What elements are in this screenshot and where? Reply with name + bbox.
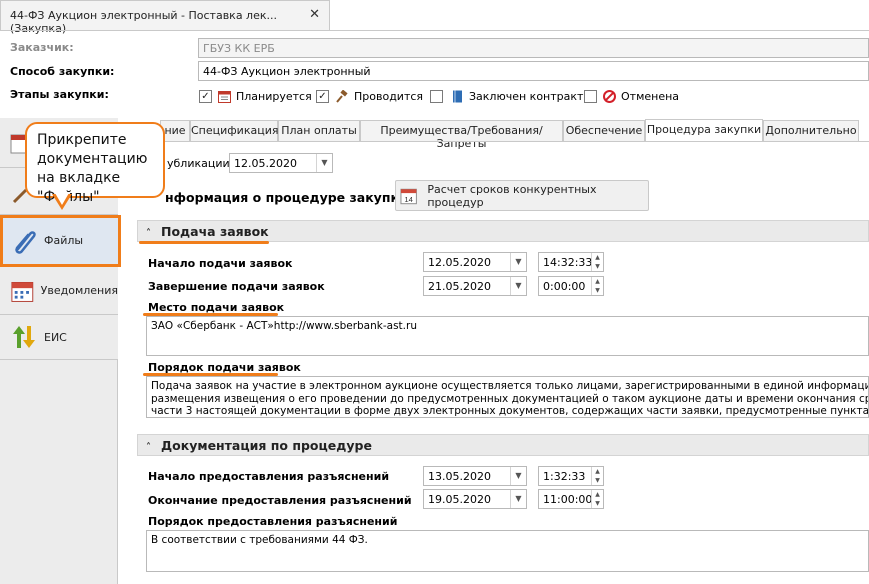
apps-start-date-field[interactable]: 12.05.2020 ▼ bbox=[423, 252, 527, 272]
section-title: нформация о процедуре закупки bbox=[165, 190, 408, 205]
chevron-down-icon[interactable]: ▼ bbox=[510, 253, 526, 271]
apps-order-line: части 3 настоящей документации в форме д… bbox=[151, 405, 869, 417]
tab-specification[interactable]: Спецификация bbox=[190, 120, 278, 141]
documentation-group-title: Документация по процедуре bbox=[161, 438, 372, 453]
tab-requirements[interactable]: Преимущества/Требования/Запреты bbox=[360, 120, 563, 150]
applications-group-header[interactable]: ˄ Подача заявок bbox=[137, 220, 869, 242]
apps-end-date-field[interactable]: 21.05.2020 ▼ bbox=[423, 276, 527, 296]
docs-end-date-value: 19.05.2020 bbox=[428, 493, 491, 506]
apps-order-line: Подача заявок на участие в электронном а… bbox=[151, 380, 869, 392]
stage-cancelled-label: Отменена bbox=[621, 90, 680, 103]
apps-order-textbox[interactable]: Подача заявок на участие в электронном а… bbox=[146, 376, 869, 418]
tab-procurement-procedure[interactable]: Процедура закупки bbox=[645, 119, 763, 141]
calendar-icon bbox=[218, 91, 231, 103]
method-label: Способ закупки: bbox=[10, 65, 115, 78]
docs-start-time-field[interactable]: 1:32:33 ▲ ▼ bbox=[538, 466, 604, 486]
apps-start-label: Начало подачи заявок bbox=[148, 257, 293, 270]
chevron-down-icon[interactable]: ▼ bbox=[510, 277, 526, 295]
tab-payment-plan[interactable]: План оплаты bbox=[278, 120, 360, 141]
apps-end-time-value: 0:00:00 bbox=[543, 280, 586, 293]
nav-item-notifications[interactable]: Уведомления bbox=[0, 267, 118, 315]
subtab-divider bbox=[118, 141, 869, 142]
docs-order-textbox[interactable]: В соответствии с требованиями 44 ФЗ. bbox=[146, 530, 869, 572]
contract-book-icon bbox=[453, 90, 462, 103]
calc-deadlines-button[interactable]: 14 Расчет сроков конкурентных процедур bbox=[395, 180, 649, 211]
close-tab-icon[interactable]: ✕ bbox=[309, 7, 320, 22]
apps-start-date-value: 12.05.2020 bbox=[428, 256, 491, 269]
docs-end-label: Окончание предоставления разъяснений bbox=[148, 494, 412, 507]
nav-item-label: Уведомления bbox=[40, 284, 118, 297]
docs-end-time-value: 11:00:00 bbox=[543, 493, 593, 506]
stages-label: Этапы закупки: bbox=[10, 88, 109, 101]
up-down-arrows-icon bbox=[13, 326, 35, 348]
documentation-group-header[interactable]: ˄ Документация по процедуре bbox=[137, 434, 869, 456]
apps-start-time-value: 14:32:33 bbox=[543, 256, 593, 269]
applications-group-title: Подача заявок bbox=[161, 224, 269, 239]
gavel-icon bbox=[336, 90, 348, 103]
stage-ongoing-label: Проводится bbox=[354, 90, 424, 103]
publication-label: убликации: bbox=[167, 157, 234, 170]
docs-start-date-value: 13.05.2020 bbox=[428, 470, 491, 483]
document-tab[interactable]: 44-ФЗ Аукцион электронный - Поставка лек… bbox=[0, 0, 330, 35]
stage-planned-label: Планируется bbox=[236, 90, 312, 103]
files-highlight-frame bbox=[0, 215, 121, 267]
calendar-icon bbox=[11, 281, 34, 302]
hint-callout: Прикрепите документацию на вкладке "Файл… bbox=[25, 122, 165, 205]
highlight-underline bbox=[139, 241, 269, 244]
docs-end-time-field[interactable]: 11:00:00 ▲ ▼ bbox=[538, 489, 604, 509]
docs-start-date-field[interactable]: 13.05.2020 ▼ bbox=[423, 466, 527, 486]
calendar-14-text: 14 bbox=[404, 194, 413, 203]
apps-order-line: размещения извещения о его проведении до… bbox=[151, 392, 869, 405]
stage-planned-checkbox[interactable]: ✓ bbox=[199, 90, 212, 103]
apps-start-time-field[interactable]: 14:32:33 ▲ ▼ bbox=[538, 252, 604, 272]
docs-start-label: Начало предоставления разъяснений bbox=[148, 470, 390, 483]
time-spinner-icon[interactable]: ▲ ▼ bbox=[591, 277, 603, 295]
docs-order-label: Порядок предоставления разъяснений bbox=[148, 515, 398, 528]
cancel-icon bbox=[603, 90, 616, 103]
method-field[interactable]: 44-ФЗ Аукцион электронный bbox=[198, 61, 869, 81]
tab-security[interactable]: Обеспечение bbox=[563, 120, 645, 141]
time-spinner-icon[interactable]: ▲ ▼ bbox=[591, 253, 603, 271]
publication-date-value: 12.05.2020 bbox=[234, 157, 297, 170]
customer-label: Заказчик: bbox=[10, 41, 74, 54]
docs-end-date-field[interactable]: 19.05.2020 ▼ bbox=[423, 489, 527, 509]
customer-field: ГБУЗ КК ЕРБ bbox=[198, 38, 869, 58]
chevron-down-icon[interactable]: ▼ bbox=[316, 154, 332, 172]
apps-end-date-value: 21.05.2020 bbox=[428, 280, 491, 293]
apps-end-time-field[interactable]: 0:00:00 ▲ ▼ bbox=[538, 276, 604, 296]
chevron-down-icon[interactable]: ▼ bbox=[510, 467, 526, 485]
stage-ongoing-checkbox[interactable]: ✓ bbox=[316, 90, 329, 103]
calendar-14-icon: 14 bbox=[400, 188, 417, 204]
nav-item-eis[interactable]: ЕИС bbox=[0, 315, 118, 360]
tab-divider bbox=[0, 30, 869, 31]
nav-item-label: ЕИС bbox=[44, 330, 67, 344]
publication-date-field[interactable]: 12.05.2020 ▼ bbox=[229, 153, 333, 173]
docs-start-time-value: 1:32:33 bbox=[543, 470, 586, 483]
apps-place-textbox[interactable]: ЗАО «Сбербанк - АСТ»http://www.sberbank-… bbox=[146, 316, 869, 356]
stage-contract-checkbox[interactable] bbox=[430, 90, 443, 103]
chevron-down-icon[interactable]: ▼ bbox=[510, 490, 526, 508]
stage-contract-label: Заключен контракт bbox=[469, 90, 584, 103]
time-spinner-icon[interactable]: ▲ ▼ bbox=[591, 467, 603, 485]
hint-callout-tail-inner bbox=[55, 193, 69, 205]
calc-deadlines-label: Расчет сроков конкурентных процедур bbox=[427, 182, 597, 209]
apps-end-label: Завершение подачи заявок bbox=[148, 280, 325, 293]
chevron-up-icon[interactable]: ˄ bbox=[146, 442, 151, 453]
time-spinner-icon[interactable]: ▲ ▼ bbox=[591, 490, 603, 508]
chevron-up-icon[interactable]: ˄ bbox=[146, 228, 151, 239]
tab-additional[interactable]: Дополнительно bbox=[763, 120, 859, 141]
stage-cancelled-checkbox[interactable] bbox=[584, 90, 597, 103]
document-tab-title: 44-ФЗ Аукцион электронный - Поставка лек… bbox=[10, 9, 277, 35]
